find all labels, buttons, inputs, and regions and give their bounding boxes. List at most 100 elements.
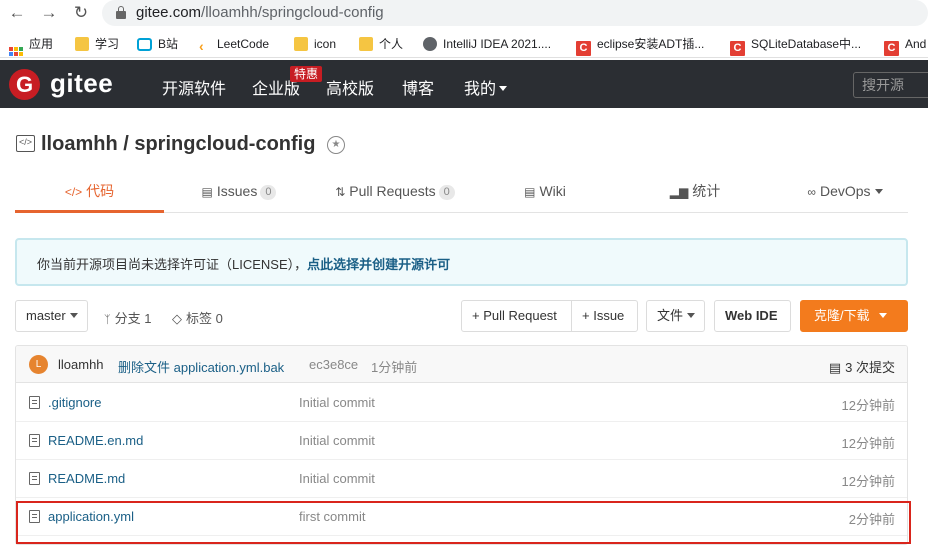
url-text: gitee.com/lloamhh/springcloud-config (136, 4, 384, 21)
brand-name[interactable]: gitee (50, 68, 113, 99)
commit-message[interactable]: 删除文件 application.yml.bak (118, 357, 284, 376)
browser-toolbar: ← → ↻ gitee.com/lloamhh/springcloud-conf… (0, 0, 928, 28)
infinity-icon: ∞ (807, 185, 816, 199)
table-row[interactable]: application.yml first commit 2分钟前 (16, 498, 907, 536)
file-time: 12分钟前 (841, 436, 895, 451)
file-menu-button[interactable]: 文件 (646, 300, 705, 332)
avatar[interactable]: L (29, 355, 48, 374)
branch-select[interactable]: master (15, 300, 88, 332)
commit-author[interactable]: lloamhh (58, 357, 104, 372)
repo-title[interactable]: lloamhh / springcloud-config (41, 133, 315, 156)
folder-icon (75, 37, 89, 51)
file-time: 12分钟前 (841, 474, 895, 489)
bar-chart-icon: ▂▆ (669, 185, 689, 199)
tags-link[interactable]: ◇ 标签 0 (172, 308, 223, 327)
globe-icon (423, 37, 437, 51)
file-commit-message[interactable]: first commit (299, 509, 365, 524)
issues-icon: ▤ (201, 185, 213, 199)
chevron-down-icon (878, 313, 887, 318)
tab-pull-requests[interactable]: ⇅ Pull Requests 0 (325, 170, 465, 213)
address-bar[interactable]: gitee.com/lloamhh/springcloud-config (102, 0, 928, 26)
leetcode-icon: ‹ (199, 38, 204, 54)
bookmark-intellij[interactable]: IntelliJ IDEA 2021.... (423, 35, 551, 53)
file-name[interactable]: .gitignore (48, 395, 101, 410)
new-pull-request-button[interactable]: + Pull Request (461, 300, 572, 332)
csdn-icon: C (576, 41, 591, 56)
chevron-down-icon (69, 313, 78, 318)
bilibili-icon (137, 38, 152, 51)
tab-wiki[interactable]: ▤ Wiki (510, 170, 580, 213)
award-icon[interactable]: ★ (327, 136, 345, 154)
web-ide-button[interactable]: Web IDE (714, 300, 791, 332)
commit-time: 1分钟前 (371, 360, 418, 375)
bookmark-icon[interactable]: icon (294, 35, 336, 53)
file-time: 12分钟前 (841, 398, 895, 413)
nav-blog[interactable]: 博客 (402, 75, 434, 99)
bookmark-study[interactable]: 学习 (75, 35, 119, 53)
nav-open-source[interactable]: 开源软件 (162, 75, 226, 99)
code-icon: </> (64, 185, 83, 199)
gitee-header: G gitee 开源软件 企业版 特惠 高校版 博客 我的 搜开源 (0, 60, 928, 108)
tab-code[interactable]: </> 代码 (15, 170, 164, 213)
branches-link[interactable]: ᛉ 分支 1 (104, 308, 151, 327)
tag-icon: ◇ (172, 311, 182, 326)
bookmark-bilibili[interactable]: B站 (137, 35, 178, 53)
pull-request-icon: ⇅ (335, 185, 346, 199)
nav-education[interactable]: 高校版 (326, 75, 374, 99)
tab-issues[interactable]: ▤ Issues 0 (179, 170, 299, 213)
folder-icon (294, 37, 308, 51)
create-license-link[interactable]: 点此选择并创建开源许可 (307, 257, 450, 272)
chevron-down-icon (499, 86, 508, 91)
chevron-down-icon (874, 189, 883, 194)
file-name[interactable]: application.yml (48, 509, 134, 524)
file-name[interactable]: README.en.md (48, 433, 143, 448)
bookmarks-bar: 应用 学习 B站 ‹ LeetCode icon 个人 IntelliJ IDEA… (0, 30, 928, 58)
bookmark-leetcode[interactable]: ‹ LeetCode (199, 35, 269, 54)
bookmark-personal[interactable]: 个人 (359, 35, 403, 53)
history-icon: ▤ (828, 360, 842, 375)
bookmark-eclipse-adt[interactable]: Ceclipse安装ADT插... (576, 35, 704, 56)
file-icon (29, 434, 40, 447)
search-input[interactable]: 搜开源 (853, 72, 928, 98)
forward-arrow-icon[interactable]: → (38, 2, 60, 24)
file-icon (29, 396, 40, 409)
lock-icon (116, 6, 126, 19)
bookmark-apps[interactable]: 应用 (9, 35, 53, 56)
table-row[interactable]: README.en.md Initial commit 12分钟前 (16, 422, 907, 460)
commit-hash[interactable]: ec3e8ce (309, 357, 358, 372)
back-arrow-icon[interactable]: ← (6, 2, 28, 24)
tab-stats[interactable]: ▂▆ 统计 (660, 170, 730, 213)
table-row[interactable]: .gitignore Initial commit 12分钟前 (16, 384, 907, 422)
file-commit-message[interactable]: Initial commit (299, 395, 375, 410)
bookmark-sqlite[interactable]: C SQLiteDatabase中... (730, 35, 861, 56)
chevron-down-icon (687, 313, 696, 318)
new-issue-button[interactable]: + Issue (571, 300, 638, 332)
reload-icon[interactable]: ↻ (70, 2, 92, 24)
bookmark-android[interactable]: C And (884, 35, 926, 56)
csdn-icon: C (730, 41, 745, 56)
folder-icon (359, 37, 373, 51)
file-commit-message[interactable]: Initial commit (299, 471, 375, 486)
commits-count-link[interactable]: ▤ 3 次提交 (829, 357, 895, 376)
repo-code-icon: </> (16, 135, 35, 152)
clone-download-button[interactable]: 克隆/下载 (800, 300, 908, 332)
gitee-logo-icon[interactable]: G (9, 69, 40, 100)
nav-mine[interactable]: 我的 (464, 75, 508, 99)
license-alert: 你当前开源项目尚未选择许可证（LICENSE），点此选择并创建开源许可 (15, 238, 908, 286)
table-row[interactable]: README.md Initial commit 12分钟前 (16, 460, 907, 498)
hot-badge: 特惠 (290, 66, 323, 82)
latest-commit-bar: L lloamhh 删除文件 application.yml.bak ec3e8… (16, 346, 907, 383)
csdn-icon: C (884, 41, 899, 56)
file-commit-message[interactable]: Initial commit (299, 433, 375, 448)
apps-icon (9, 47, 23, 57)
file-time: 2分钟前 (848, 512, 895, 527)
file-name[interactable]: README.md (48, 471, 125, 486)
branch-icon: ᛉ (104, 314, 111, 326)
file-icon (29, 510, 40, 523)
repo-tabs: </> 代码 ▤ Issues 0 ⇅ Pull Requests 0 ▤ Wiki ▂▆ 统… (15, 170, 908, 213)
wiki-book-icon: ▤ (524, 185, 536, 199)
tab-devops[interactable]: ∞ DevOps (795, 170, 895, 213)
file-icon (29, 472, 40, 485)
license-notice: 你当前开源项目尚未选择许可证（LICENSE）， (37, 257, 308, 272)
file-list: L lloamhh 删除文件 application.yml.bak ec3e8… (15, 345, 908, 545)
